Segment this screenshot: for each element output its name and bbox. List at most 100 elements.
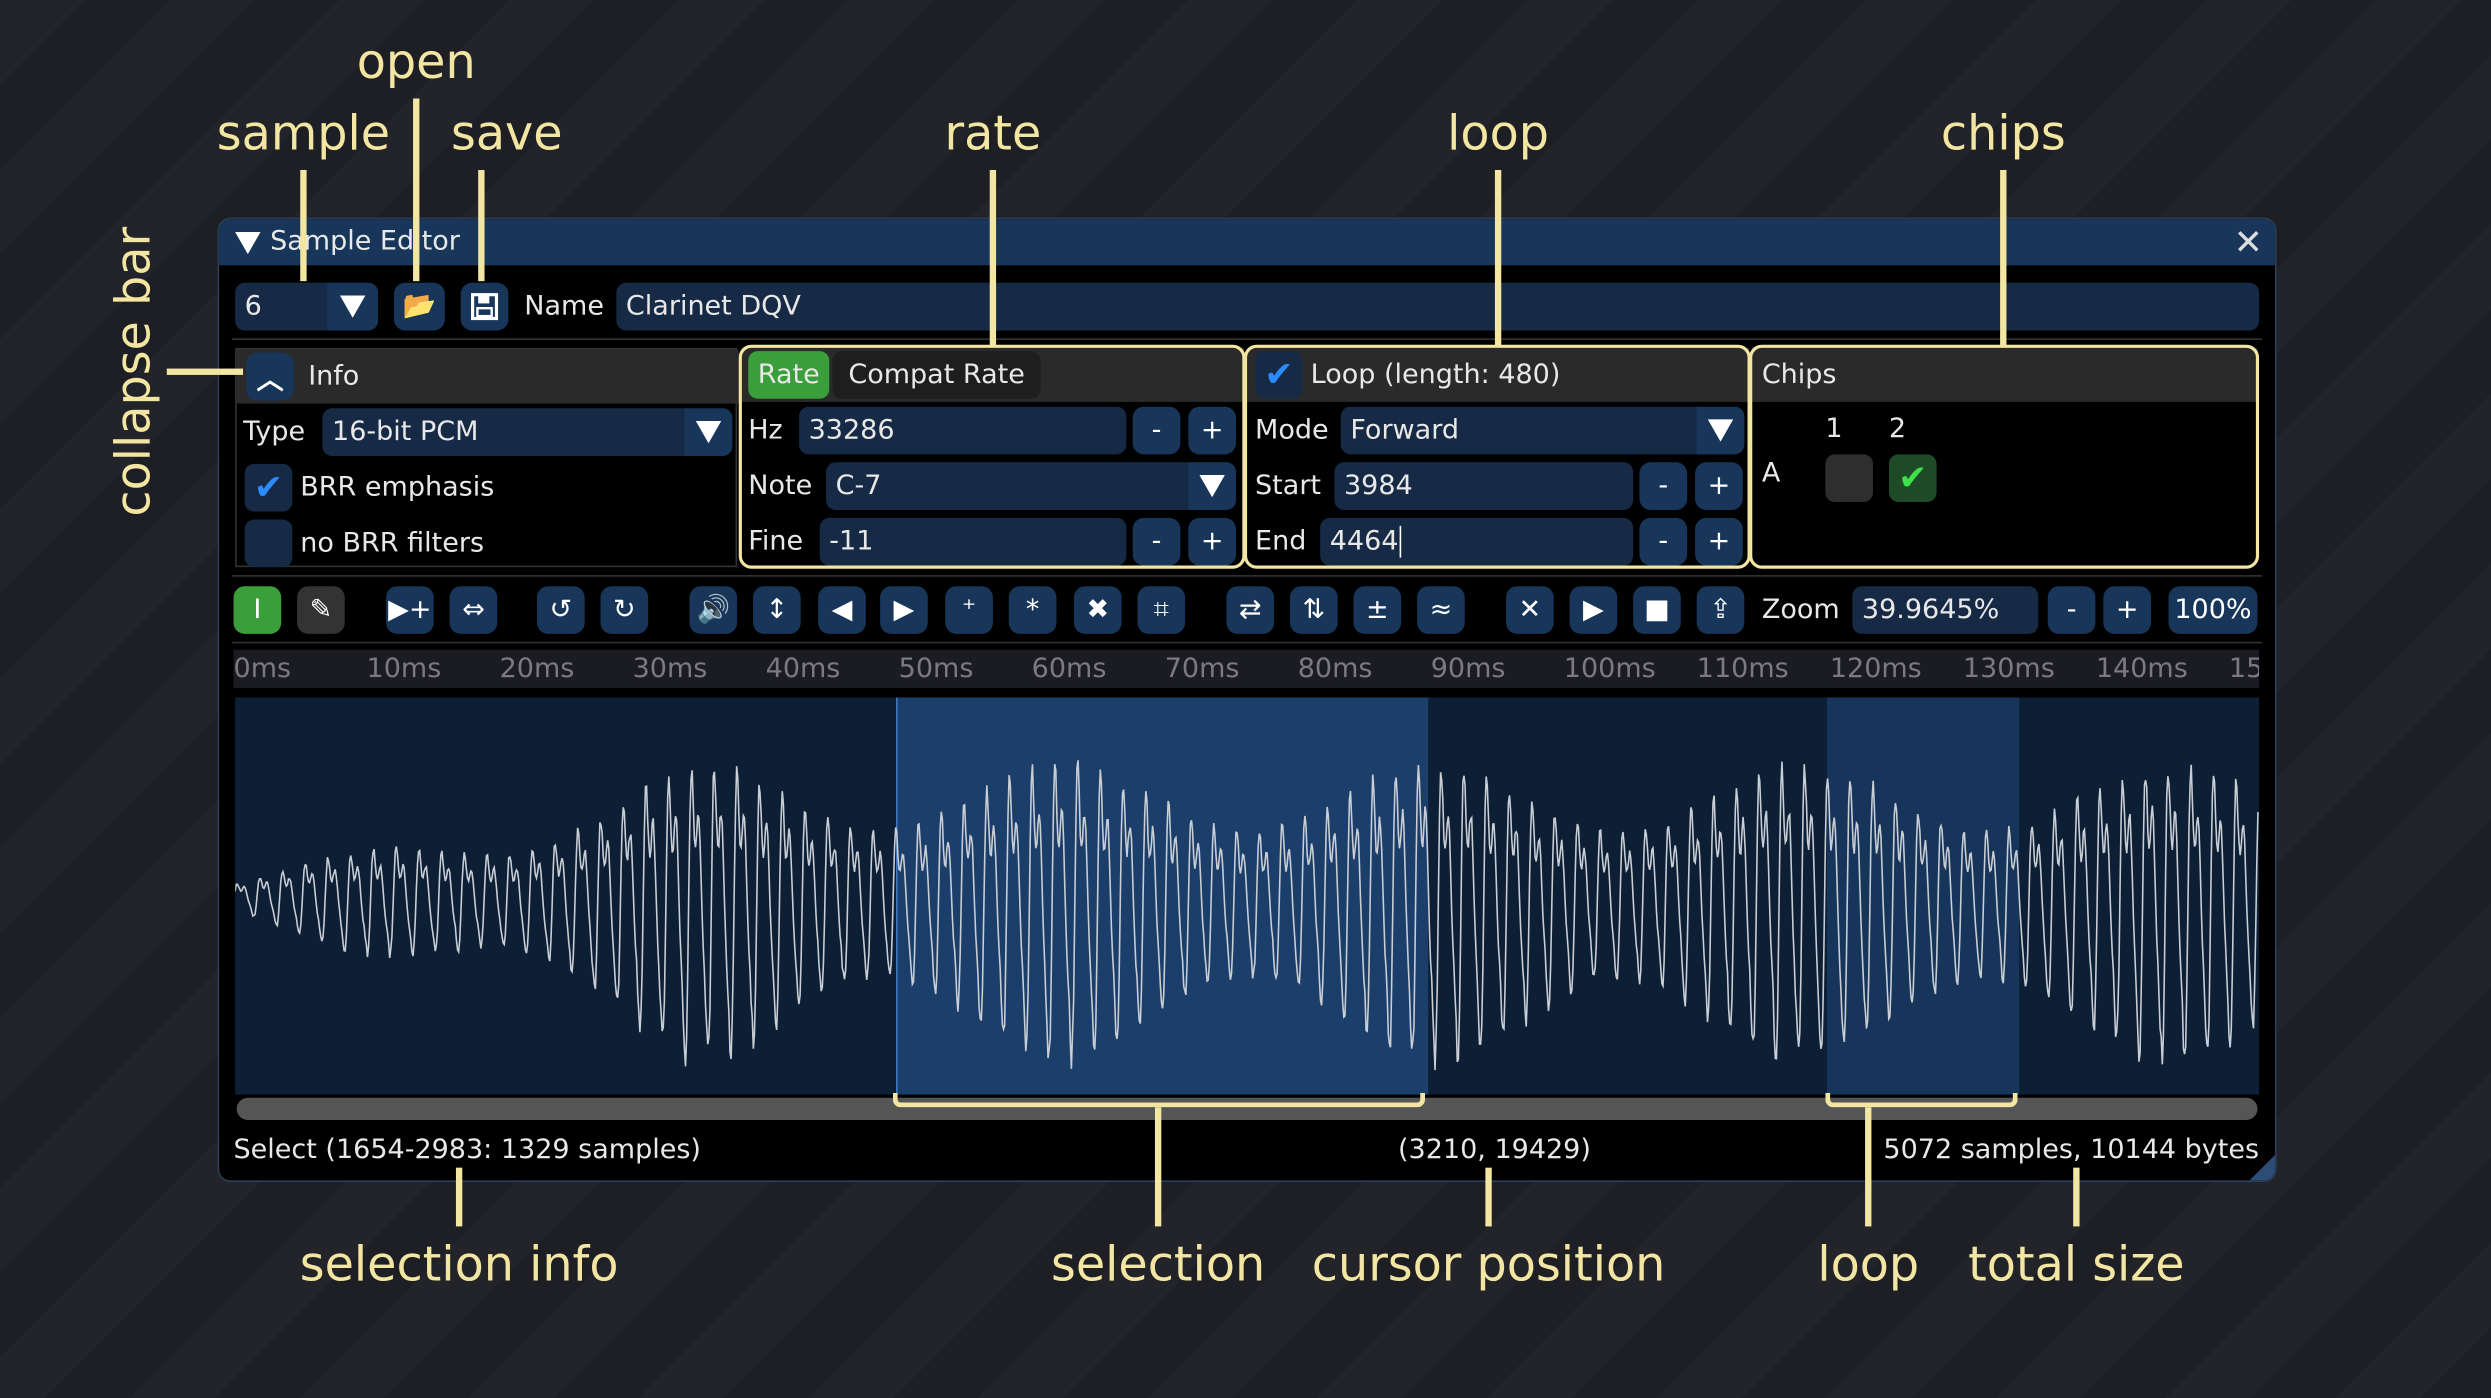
fine-decrement-button[interactable]: - (1132, 517, 1181, 566)
chip-row-a: A (1761, 457, 1781, 490)
close-icon[interactable]: ✕ (2234, 224, 2263, 264)
stop-icon: ■ (1644, 594, 1670, 626)
name-input[interactable]: Clarinet DQV (616, 282, 2260, 331)
sample-select[interactable]: 6 (235, 282, 379, 331)
waveform-view[interactable] (235, 697, 2260, 1095)
window-title-bar[interactable]: Sample Editor ✕ (219, 219, 2275, 266)
annotation-collapse-bar: collapse bar (106, 226, 163, 517)
hz-increment-button[interactable]: + (1188, 406, 1236, 455)
delete-icon: ✖ (1086, 594, 1110, 626)
ruler-label: 140ms (2095, 652, 2188, 685)
resample-button[interactable]: ⇔ (449, 586, 498, 634)
chip-column-2: 2 (1888, 413, 1907, 445)
divider (231, 575, 2263, 577)
hz-input[interactable]: 33286 (799, 406, 1127, 455)
filter-icon: ≈ (1429, 594, 1453, 626)
collapse-window-icon[interactable] (235, 231, 261, 255)
start-increment-button[interactable]: + (1695, 462, 1743, 510)
annotation-line (166, 368, 244, 375)
sample-dropdown-button[interactable] (327, 282, 379, 331)
hz-decrement-button[interactable]: - (1132, 406, 1181, 455)
resize-icon: ▶+ (388, 594, 432, 626)
open-button[interactable]: 📂 (393, 282, 445, 331)
save-button[interactable] (460, 282, 509, 331)
no-brr-filters-label: no BRR filters (300, 527, 485, 560)
insert-silence-button[interactable]: ⁺ (945, 586, 993, 634)
resample-icon: ⇔ (462, 594, 485, 626)
annotation-line (413, 98, 420, 282)
loop-end-input[interactable]: 4464 (1320, 517, 1634, 566)
normalize-button[interactable]: ↕ (753, 586, 801, 634)
mode-dropdown-button[interactable] (1696, 406, 1745, 455)
fade-out-button[interactable]: ▶ (880, 586, 928, 634)
normalize-icon: ↕ (765, 594, 789, 626)
pencil-icon: ✎ (309, 594, 333, 626)
invert-button[interactable]: ⇅ (1289, 586, 1338, 634)
end-decrement-button[interactable]: - (1639, 517, 1688, 566)
sample-editor-window: Sample Editor ✕ 6 📂 Name Clarinet DQV ︿ … (217, 217, 2277, 1182)
annotation-loop: loop (1447, 106, 1550, 163)
reverse-button[interactable]: ⇄ (1226, 586, 1275, 634)
amplify-button[interactable]: 🔊 (689, 586, 738, 634)
redo-button[interactable]: ↻ (600, 586, 649, 634)
annotation-line (455, 1167, 463, 1227)
filter-button[interactable]: ≈ (1417, 586, 1465, 634)
loop-enable-checkbox[interactable]: ✔ (1255, 351, 1303, 399)
collapse-bar-button[interactable]: ︿ (246, 352, 294, 401)
fine-increment-button[interactable]: + (1188, 517, 1236, 566)
annotation-line (1154, 1107, 1162, 1227)
tab-compat-rate[interactable]: Compat Rate (832, 351, 1041, 399)
delete-button[interactable]: ✖ (1073, 586, 1122, 634)
zoom-input[interactable]: 39.9645% (1852, 586, 2039, 634)
loop-start-input[interactable]: 3984 (1334, 462, 1634, 510)
resize-button[interactable]: ▶+ (386, 586, 434, 634)
volume-icon: 🔊 (696, 594, 731, 626)
loop-bracket (1825, 1092, 2018, 1108)
crossfade-button[interactable]: ✕ (1506, 586, 1554, 634)
annotation-cursor-position: cursor position (1311, 1237, 1666, 1294)
create-instrument-button[interactable]: ⇪ (1696, 586, 1745, 634)
annotation-line (989, 169, 997, 347)
annotation-line (2073, 1167, 2080, 1227)
zoom-out-button[interactable]: - (2047, 586, 2096, 634)
tab-rate[interactable]: Rate (748, 351, 830, 399)
sign-icon: ± (1366, 594, 1389, 626)
selection-bracket (892, 1092, 1426, 1108)
fine-input[interactable]: -11 (819, 517, 1127, 566)
brr-emphasis-checkbox[interactable]: ✔ (244, 463, 293, 512)
zoom-in-button[interactable]: + (2103, 586, 2152, 634)
select-tool-button[interactable]: I (233, 586, 282, 634)
end-increment-button[interactable]: + (1695, 517, 1743, 566)
time-ruler[interactable]: 0ms 10ms 20ms 30ms 40ms 50ms 60ms 70ms 80ms 90ms 1… (233, 649, 2260, 688)
loop-mode-select[interactable]: Forward (1340, 406, 1745, 455)
type-select[interactable]: 16-bit PCM (322, 408, 733, 456)
resize-grip[interactable] (2249, 1154, 2275, 1181)
note-select[interactable]: C-7 (826, 462, 1236, 510)
chip-2-checkbox[interactable]: ✔ (1888, 454, 1937, 503)
undo-button[interactable]: ↺ (536, 586, 585, 634)
annotation-save: save (450, 106, 563, 163)
signed-button[interactable]: ± (1353, 586, 1402, 634)
waveform-path (235, 760, 2259, 1071)
insert-icon: ⁺ (961, 594, 977, 626)
trim-button[interactable]: ⌗ (1137, 586, 1186, 634)
chevron-down-icon (1707, 419, 1734, 442)
annotation-line (2000, 169, 2007, 347)
draw-tool-button[interactable]: ✎ (297, 586, 345, 634)
chip-1-checkbox[interactable] (1825, 454, 1874, 503)
start-decrement-button[interactable]: - (1639, 462, 1688, 510)
end-value: 4464 (1329, 525, 1399, 558)
total-size: 5072 samples, 10144 bytes (1883, 1134, 2260, 1167)
preview-button[interactable]: ▶ (1569, 586, 1618, 634)
fade-in-button[interactable]: ◀ (818, 586, 866, 634)
brr-emphasis-label: BRR emphasis (300, 471, 495, 504)
stop-preview-button[interactable]: ■ (1633, 586, 1681, 634)
undo-icon: ↺ (549, 594, 573, 626)
type-dropdown-button[interactable] (684, 408, 733, 456)
zoom-reset-button[interactable]: 100% (2168, 586, 2258, 634)
no-brr-filters-checkbox[interactable] (244, 519, 293, 568)
note-dropdown-button[interactable] (1188, 462, 1236, 510)
mode-label: Mode (1255, 414, 1329, 447)
silence-button[interactable]: * (1008, 586, 1057, 634)
note-value: C-7 (835, 470, 882, 503)
